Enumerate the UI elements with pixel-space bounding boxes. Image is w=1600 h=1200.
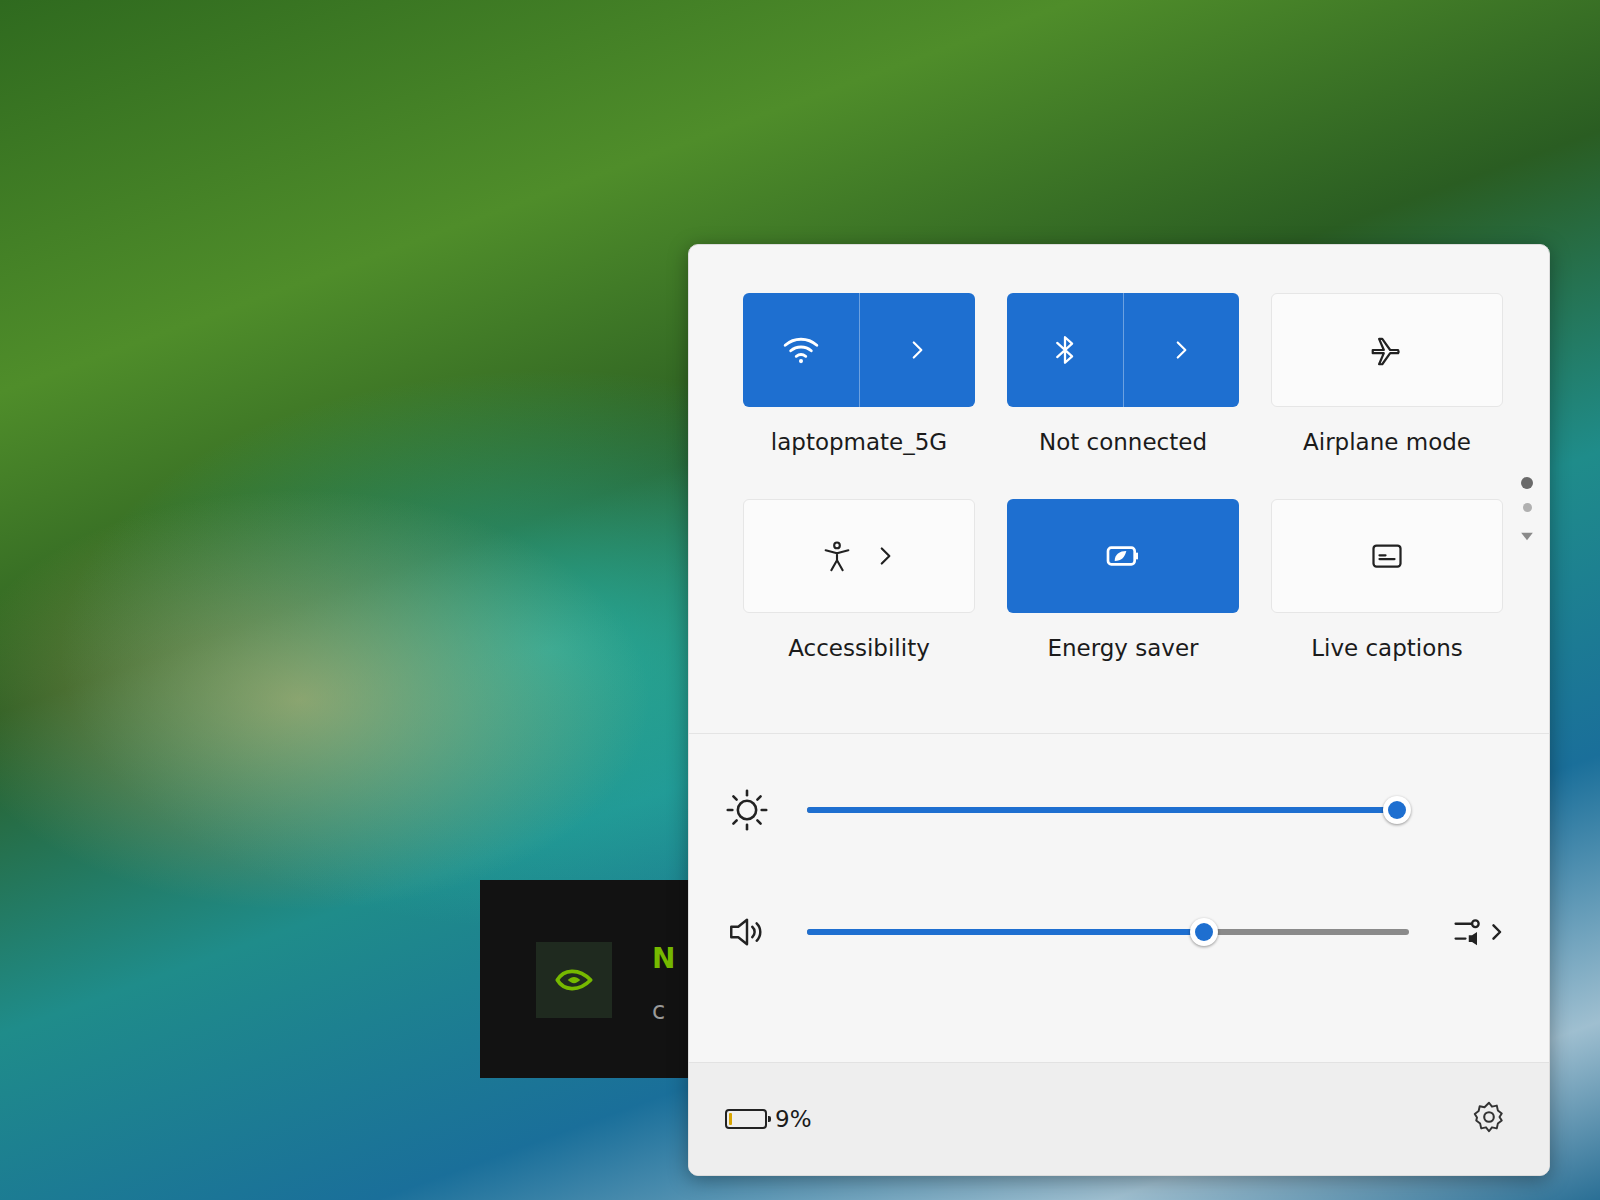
tile-label: Accessibility: [788, 635, 930, 661]
audio-output-icon[interactable]: [1445, 912, 1509, 952]
slider-thumb[interactable]: [1383, 796, 1411, 824]
tile-label: laptopmate_5G: [771, 429, 947, 455]
battery-status[interactable]: 9%: [725, 1106, 812, 1132]
battery-fill: [729, 1113, 732, 1125]
notification-text: Nc: [652, 942, 675, 1025]
tile-content: [1007, 499, 1239, 613]
quick-tile: Energy saver: [1007, 499, 1239, 661]
brightness-icon[interactable]: [723, 786, 771, 834]
bluetooth-icon[interactable]: [1007, 293, 1123, 407]
speaker-icon[interactable]: [723, 908, 771, 956]
volume-slider: [723, 912, 1509, 952]
panel-footer: 9%: [689, 1062, 1549, 1175]
slider-group: [689, 734, 1549, 1012]
slider-track[interactable]: [807, 929, 1409, 935]
tile-button[interactable]: [1271, 499, 1503, 613]
gear-icon[interactable]: [1471, 1099, 1507, 1139]
nvidia-logo-icon: [536, 942, 612, 1018]
tile-separator: [1123, 293, 1124, 407]
battery-icon: [725, 1109, 767, 1129]
tile-content: [1272, 500, 1502, 612]
quick-tile: Airplane mode: [1271, 293, 1503, 455]
chevron-icon[interactable]: [860, 293, 976, 407]
quick-tile: laptopmate_5G: [743, 293, 975, 455]
accessibility-icon: [820, 539, 854, 573]
energy-saver-icon: [1103, 536, 1143, 576]
brightness-slider: [723, 790, 1509, 830]
chevron-icon: [872, 543, 898, 569]
desktop: Nc laptopmate_5G Not connected Airplane mod…: [0, 0, 1600, 1200]
tile-button[interactable]: [1007, 293, 1239, 407]
tile-button[interactable]: [1271, 293, 1503, 407]
page-dot[interactable]: [1521, 477, 1533, 489]
quick-tile: Live captions: [1271, 499, 1503, 661]
quick-tile: Not connected: [1007, 293, 1239, 455]
tile-button[interactable]: [743, 499, 975, 613]
tile-separator: [859, 293, 860, 407]
tile-label: Airplane mode: [1303, 429, 1471, 455]
quick-tile: Accessibility: [743, 499, 975, 661]
tile-label: Energy saver: [1047, 635, 1198, 661]
slider-fill: [807, 929, 1204, 935]
slider-track[interactable]: [807, 807, 1409, 813]
wifi-icon[interactable]: [743, 293, 859, 407]
airplane-icon: [1368, 331, 1406, 369]
chevron-icon[interactable]: [1124, 293, 1240, 407]
tile-grid: laptopmate_5G Not connected Airplane mode A…: [689, 245, 1549, 661]
spacer: [689, 661, 1549, 733]
tile-label: Not connected: [1039, 429, 1207, 455]
tile-label: Live captions: [1311, 635, 1463, 661]
page-indicator: [1517, 477, 1537, 550]
down-arrow-icon[interactable]: [1517, 526, 1537, 550]
captions-icon: [1369, 538, 1405, 574]
notification-body: c: [652, 997, 675, 1025]
tile-button[interactable]: [1007, 499, 1239, 613]
tile-content: [1272, 294, 1502, 406]
slider-fill: [807, 807, 1397, 813]
battery-percent: 9%: [775, 1106, 812, 1132]
page-dot[interactable]: [1523, 503, 1532, 512]
quick-settings-panel: laptopmate_5G Not connected Airplane mode A…: [688, 244, 1550, 1176]
divider: [689, 733, 1549, 734]
tile-button[interactable]: [743, 293, 975, 407]
slider-thumb[interactable]: [1190, 918, 1218, 946]
tile-content: [744, 500, 974, 612]
notification-title: N: [652, 942, 675, 975]
placeholder: [1445, 790, 1509, 830]
